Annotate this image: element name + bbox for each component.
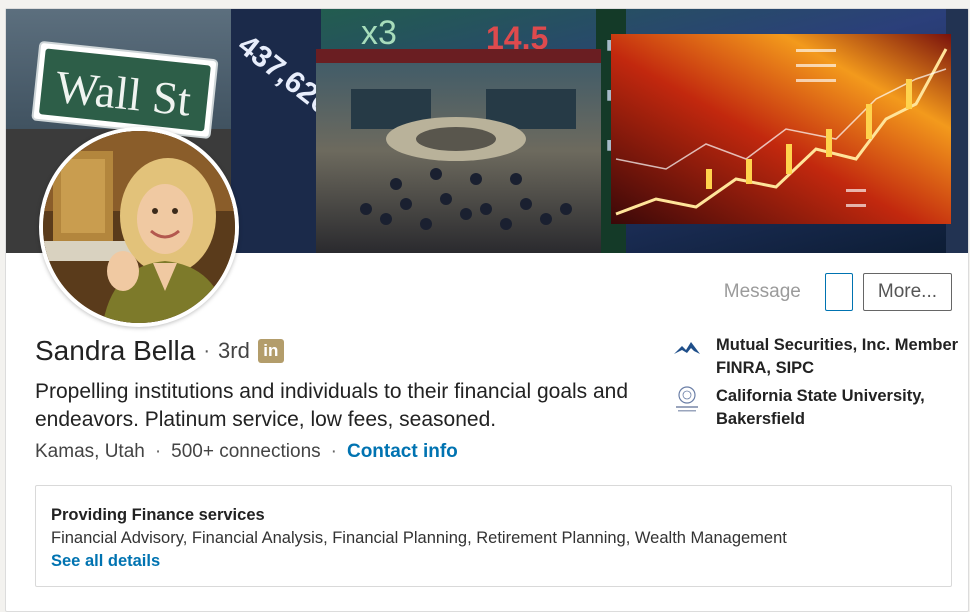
organizations-list: Mutual Securities, Inc. Member FINRA, SI… (672, 334, 962, 436)
org-name: Mutual Securities, Inc. Member FINRA, SI… (716, 336, 959, 377)
svg-text:x3: x3 (361, 14, 397, 52)
connections-separator: · (330, 441, 337, 462)
services-box: Providing Finance services Financial Adv… (35, 485, 952, 587)
connections-count[interactable]: 500+ connections (171, 441, 320, 463)
profile-name: Sandra Bella (35, 335, 196, 366)
linkedin-badge-icon: in (257, 339, 284, 363)
profile-card: ▮▮▮▮▮▮ 437,626.9 14.5 x3 Wall St (5, 8, 969, 612)
profile-location: Kamas, Utah (35, 441, 145, 462)
name-row: Sandra Bella · 3rd in (35, 335, 284, 367)
profile-headline: Propelling institutions and individuals … (35, 380, 629, 431)
more-button[interactable]: More... (862, 273, 952, 311)
profile-actions: Message More... (724, 273, 952, 311)
mountain-logo-icon (674, 342, 700, 354)
message-button[interactable]: Message (724, 281, 801, 303)
services-title: Providing Finance services (51, 506, 265, 524)
connect-button[interactable] (824, 273, 853, 311)
connection-degree: 3rd (218, 338, 250, 363)
contact-info-link[interactable]: Contact info (347, 441, 458, 463)
profile-photo[interactable] (39, 127, 239, 327)
org-item-csub[interactable]: California State University, Bakersfield (672, 385, 962, 431)
profile-photo-image (43, 131, 235, 323)
location-separator: · (154, 441, 162, 462)
see-all-details-link[interactable]: See all details (51, 552, 160, 571)
org-item-mutual-securities[interactable]: Mutual Securities, Inc. Member FINRA, SI… (672, 334, 962, 380)
location-row: Kamas, Utah · 500+ connections · Contact… (35, 441, 458, 463)
services-list: Financial Advisory, Financial Analysis, … (51, 529, 787, 547)
name-separator: · (203, 339, 211, 362)
university-seal-icon (676, 386, 698, 412)
org-name: California State University, Bakersfield (716, 387, 925, 428)
